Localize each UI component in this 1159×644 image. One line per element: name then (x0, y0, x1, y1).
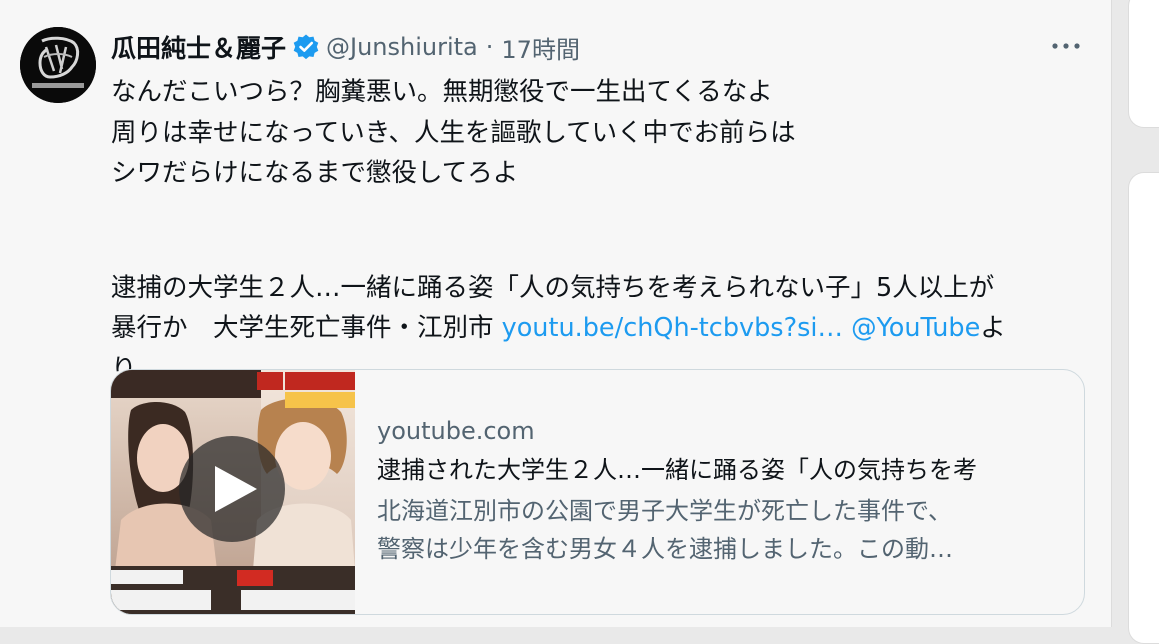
tweet[interactable]: 瓜田純士＆麗子 @Junshiurita · 17時間 なんだこいつら？胸糞悪い… (0, 0, 1112, 627)
handle[interactable]: @Junshiurita (326, 33, 478, 61)
link-preview-card[interactable]: youtube.com 逮捕された大学生２人…一緒に踊る姿「人の気持ちを考 北海… (110, 369, 1085, 615)
side-panel-top (1128, 0, 1159, 128)
verified-badge-icon (292, 33, 320, 61)
tweet-line-5-text: 暴行か 大学生死亡事件・江別市 (111, 313, 502, 343)
tweet-line-4: 逮捕の大学生２人…一緒に踊る姿「人の気持ちを考えられない子」5人以上が (111, 272, 995, 303)
tweet-line-1: なんだこいつら？胸糞悪い。無期懲役で一生出てくるなよ (111, 77, 773, 107)
tweet-line-5-suffix: よ (980, 313, 1006, 343)
more-options-icon[interactable] (1048, 32, 1084, 60)
tweet-line-5: 暴行か 大学生死亡事件・江別市 youtu.be/chQh-tcbvbs?si…… (111, 308, 1086, 349)
separator-dot: · (485, 33, 494, 61)
card-description: 北海道江別市の公園で男子大学生が死亡した事件で、 警察は少年を含む男女４人を逮捕… (377, 492, 1067, 568)
tweet-text: なんだこいつら？胸糞悪い。無期懲役で一生出てくるなよ 周りは幸せになっていき、人… (111, 72, 1086, 389)
display-name[interactable]: 瓜田純士＆麗子 (111, 29, 286, 65)
play-icon[interactable] (179, 436, 285, 542)
card-description-line-1: 北海道江別市の公園で男子大学生が死亡した事件で、 (377, 497, 953, 525)
card-domain: youtube.com (377, 417, 535, 445)
tweet-line-2: 周りは幸せになっていき、人生を謳歌していく中でお前らは (111, 117, 796, 148)
card-info: youtube.com 逮捕された大学生２人…一緒に踊る姿「人の気持ちを考 北海… (355, 370, 1077, 614)
youtube-mention-link[interactable]: @YouTube (851, 313, 980, 343)
video-thumbnail[interactable] (111, 370, 355, 614)
card-title: 逮捕された大学生２人…一緒に踊る姿「人の気持ちを考 (377, 456, 977, 484)
tweet-header: 瓜田純士＆麗子 @Junshiurita · 17時間 (111, 28, 580, 66)
youtube-link[interactable]: youtu.be/chQh-tcbvbs?si… (502, 313, 843, 343)
avatar[interactable] (20, 27, 96, 103)
card-description-line-2: 警察は少年を含む男女４人を逮捕しました。この動… (377, 535, 953, 563)
profile-logo-icon (20, 27, 96, 103)
timestamp[interactable]: 17時間 (501, 30, 580, 65)
side-panel-bottom (1128, 172, 1159, 644)
tweet-line-3: シワだらけになるまで懲役してろよ (111, 158, 519, 188)
